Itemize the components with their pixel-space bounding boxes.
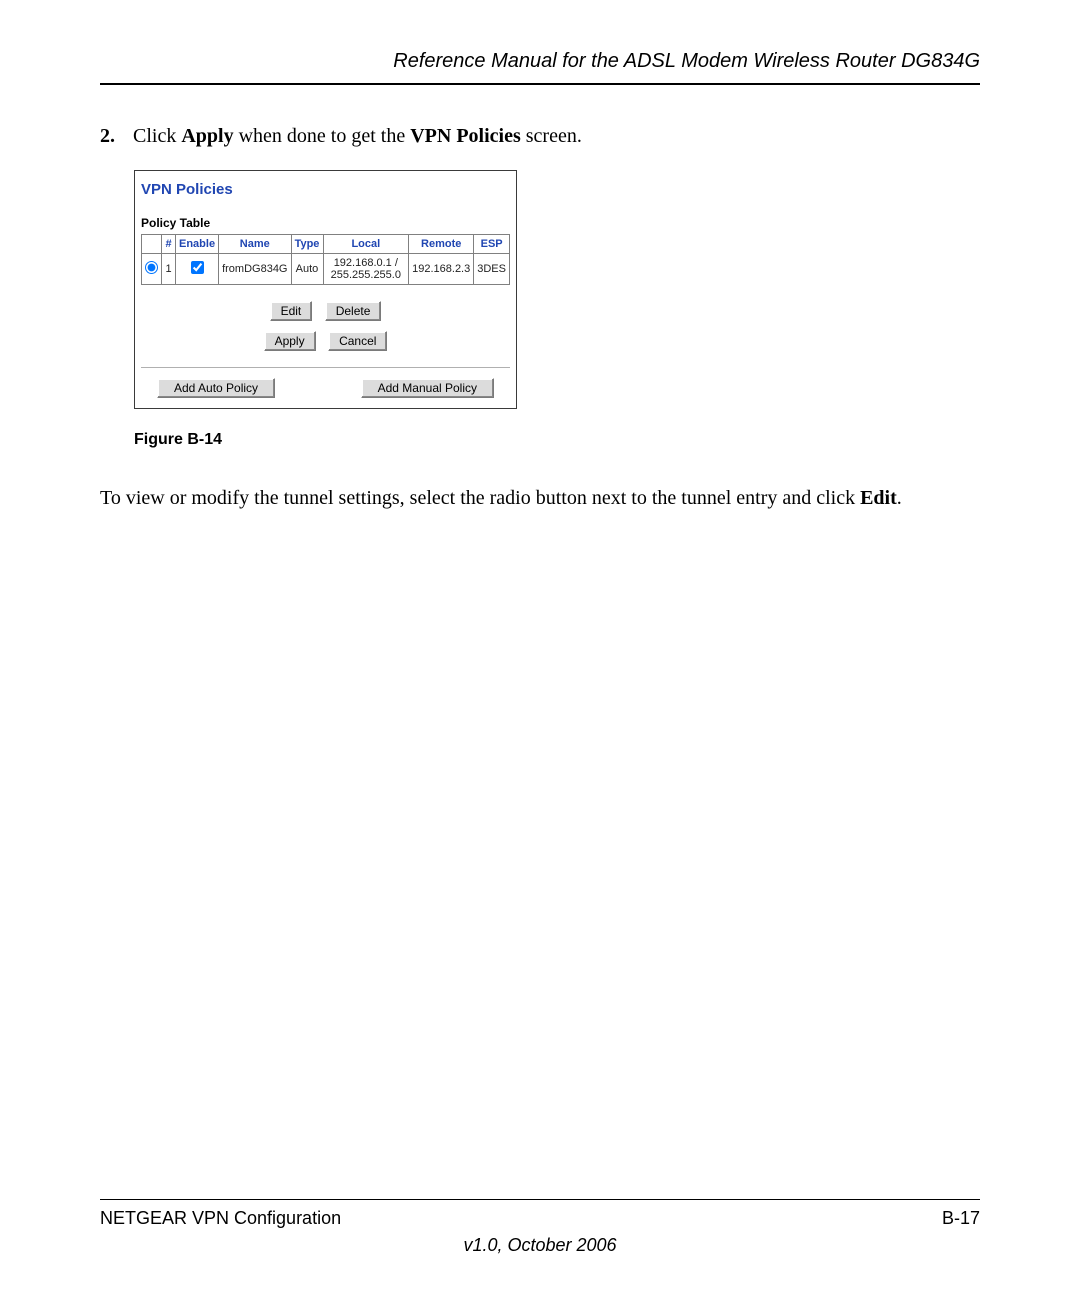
footer-version: v1.0, October 2006 <box>100 1235 980 1256</box>
row-remote: 192.168.2.3 <box>409 254 474 285</box>
col-enable: Enable <box>176 235 219 254</box>
apply-cancel-row: Apply Cancel <box>141 331 510 351</box>
body-bold-edit: Edit <box>860 487 897 509</box>
figure-caption: Figure B-14 <box>134 431 980 449</box>
row-num: 1 <box>162 254 176 285</box>
footer-left: NETGEAR VPN Configuration <box>100 1208 341 1229</box>
panel-divider <box>141 367 510 368</box>
row-local: 192.168.0.1 / 255.255.255.0 <box>323 254 409 285</box>
delete-button[interactable]: Delete <box>325 301 382 321</box>
row-esp: 3DES <box>474 254 510 285</box>
col-name: Name <box>219 235 291 254</box>
apply-button[interactable]: Apply <box>264 331 316 351</box>
table-row: 1 fromDG834G Auto 192.168.0.1 / 255.255.… <box>142 254 510 285</box>
row-enable-checkbox[interactable] <box>191 261 204 274</box>
col-num: # <box>162 235 176 254</box>
row-select-radio[interactable] <box>145 261 158 274</box>
add-manual-policy-button[interactable]: Add Manual Policy <box>361 378 494 398</box>
footer-right: B-17 <box>942 1208 980 1229</box>
col-select <box>142 235 162 254</box>
col-local: Local <box>323 235 409 254</box>
step-2: 2. Click Apply when done to get the VPN … <box>100 125 980 148</box>
row-type: Auto <box>291 254 323 285</box>
footer-rule <box>100 1199 980 1200</box>
add-auto-policy-button[interactable]: Add Auto Policy <box>157 378 275 398</box>
body-prefix: To view or modify the tunnel settings, s… <box>100 487 860 509</box>
row-name: fromDG834G <box>219 254 291 285</box>
col-esp: ESP <box>474 235 510 254</box>
body-suffix: . <box>897 487 902 509</box>
step-bold-apply: Apply <box>181 125 233 147</box>
add-policy-row: Add Auto Policy Add Manual Policy <box>141 378 510 398</box>
col-remote: Remote <box>409 235 474 254</box>
panel-title: VPN Policies <box>141 177 510 216</box>
step-text-prefix: Click <box>133 125 181 147</box>
page-footer: NETGEAR VPN Configuration B-17 v1.0, Oct… <box>100 1199 980 1256</box>
edit-button[interactable]: Edit <box>270 301 313 321</box>
step-text-mid: when done to get the <box>234 125 411 147</box>
policy-table: # Enable Name Type Local Remote ESP 1 fr… <box>141 234 510 285</box>
cancel-button[interactable]: Cancel <box>328 331 387 351</box>
body-paragraph: To view or modify the tunnel settings, s… <box>100 485 980 512</box>
edit-delete-row: Edit Delete <box>141 301 510 321</box>
page-header: Reference Manual for the ADSL Modem Wire… <box>100 50 980 85</box>
header-title: Reference Manual for the ADSL Modem Wire… <box>393 50 980 72</box>
table-title: Policy Table <box>141 216 510 234</box>
vpn-policies-panel: VPN Policies Policy Table # Enable Name … <box>134 170 517 409</box>
step-bold-vpn: VPN Policies <box>410 125 521 147</box>
step-text-suffix: screen. <box>521 125 582 147</box>
col-type: Type <box>291 235 323 254</box>
step-number: 2. <box>100 125 128 148</box>
